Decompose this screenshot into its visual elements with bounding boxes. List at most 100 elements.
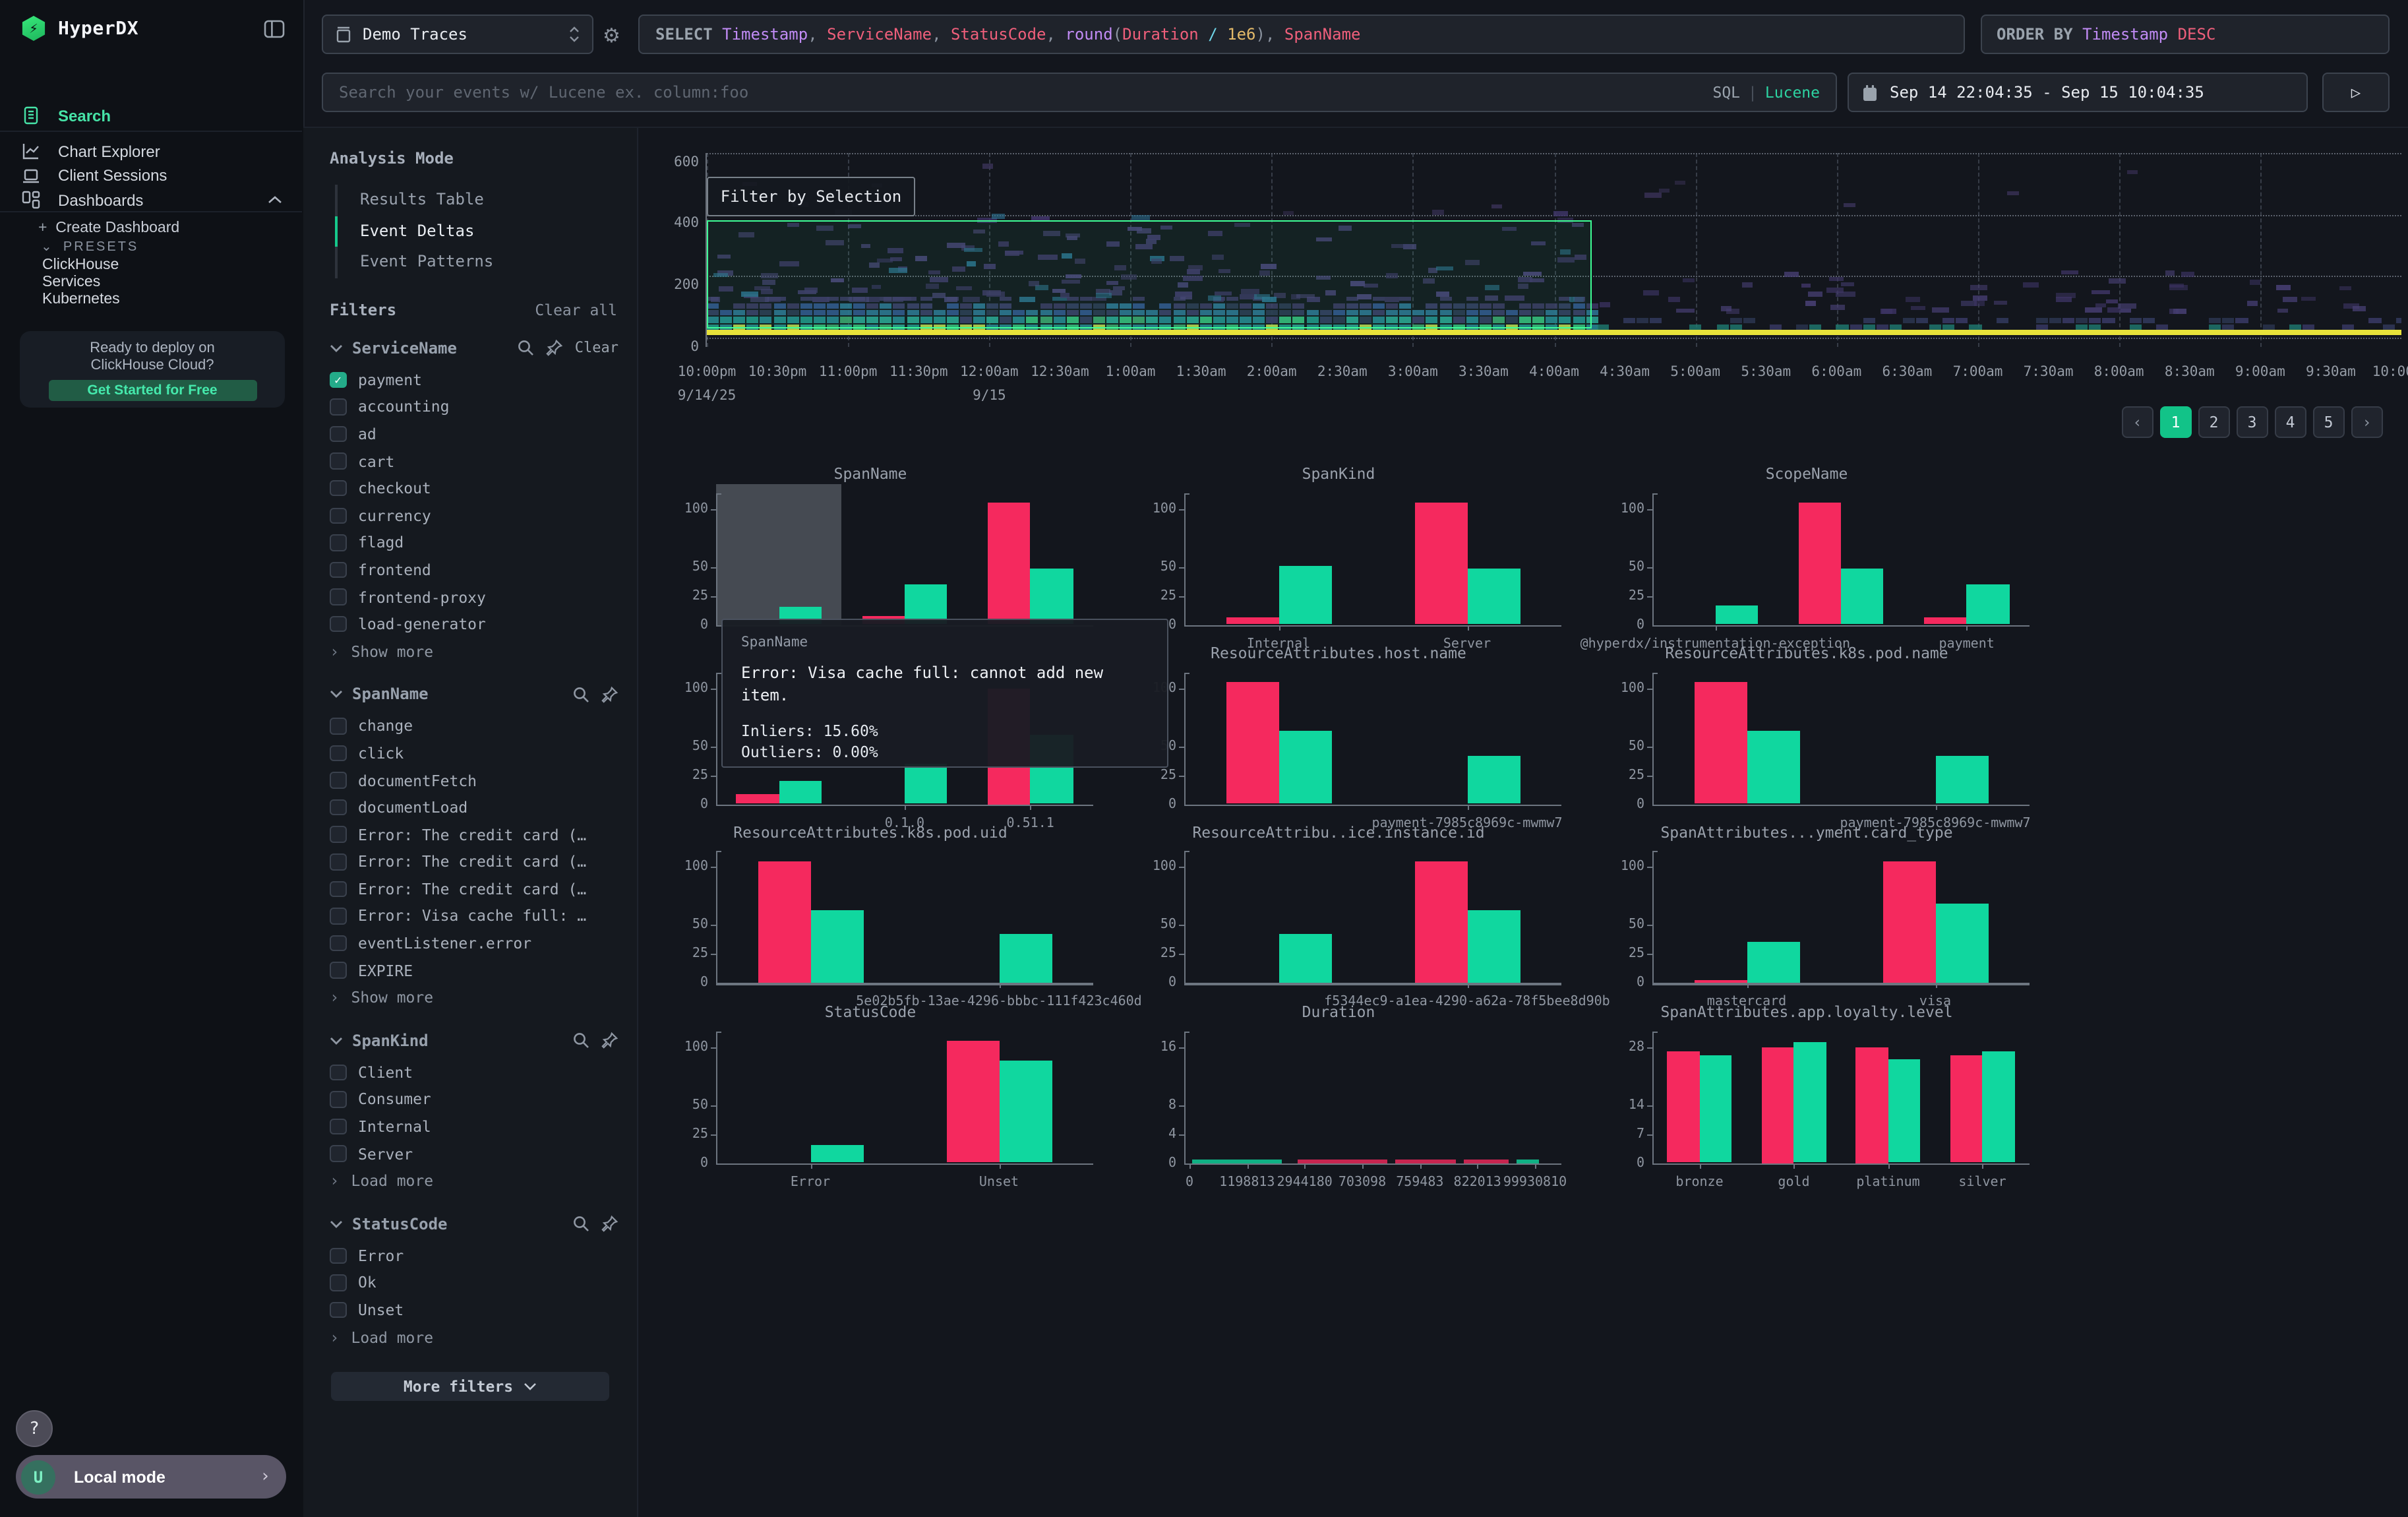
pin-icon[interactable] (601, 1032, 618, 1049)
filter-checkbox-row[interactable]: Consumer (330, 1086, 621, 1113)
sidebar-item-services[interactable]: Services (42, 274, 100, 290)
checkbox-unchecked[interactable] (330, 398, 346, 415)
checkbox-unchecked[interactable] (330, 1302, 346, 1318)
filter-checkbox-row[interactable]: ad (330, 420, 621, 447)
pin-icon[interactable] (601, 685, 618, 702)
filter-checkbox-row[interactable]: flagd (330, 529, 621, 556)
filter-checkbox-row[interactable]: Error: The credit card (… (330, 875, 621, 902)
filter-checkbox-row[interactable]: change (330, 712, 621, 739)
pin-icon[interactable] (601, 1215, 618, 1232)
checkbox-unchecked[interactable] (330, 1146, 346, 1162)
checkbox-unchecked[interactable] (330, 799, 346, 816)
get-started-button[interactable]: Get Started for Free (48, 380, 256, 401)
date-range-picker[interactable]: Sep 14 22:04:35 - Sep 15 10:04:35 (1848, 73, 2308, 112)
filter-checkbox-row[interactable]: documentFetch (330, 766, 621, 793)
filter-checkbox-row[interactable]: Ok (330, 1269, 621, 1296)
load-more-button[interactable]: ›Show more (330, 984, 621, 1011)
filter-checkbox-row[interactable]: EXPIRE (330, 957, 621, 984)
filter-checkbox-row[interactable]: load-generator (330, 611, 621, 638)
filter-checkbox-row[interactable]: Internal (330, 1113, 621, 1140)
checkbox-unchecked[interactable] (330, 1247, 346, 1264)
help-button[interactable]: ? (16, 1410, 53, 1447)
page-4-button[interactable]: 4 (2275, 406, 2306, 437)
checkbox-unchecked[interactable] (330, 908, 346, 924)
chevron-down-icon[interactable] (330, 690, 343, 698)
filter-checkbox-row[interactable]: frontend (330, 556, 621, 583)
select-query-input[interactable]: SELECT Timestamp, ServiceName, StatusCod… (638, 15, 1965, 54)
user-menu[interactable]: U Local mode › (16, 1455, 286, 1499)
checkbox-unchecked[interactable] (330, 745, 346, 761)
checkbox-unchecked[interactable] (330, 589, 346, 605)
checkbox-unchecked[interactable] (330, 480, 346, 497)
sql-toggle[interactable]: SQL (1712, 83, 1740, 102)
checkbox-unchecked[interactable] (330, 1091, 346, 1107)
chevron-down-icon[interactable] (330, 344, 343, 352)
heatmap-selection-box[interactable] (707, 220, 1592, 328)
analysis-mode-event-deltas[interactable]: Event Deltas (335, 216, 621, 247)
sidebar-collapse-icon[interactable] (264, 19, 285, 38)
filter-checkbox-row[interactable]: cart (330, 448, 621, 475)
more-filters-button[interactable]: More filters (331, 1372, 609, 1401)
chevron-down-icon[interactable] (330, 1220, 343, 1227)
checkbox-unchecked[interactable] (330, 616, 346, 633)
filter-checkbox-row[interactable]: Error: The credit card (… (330, 848, 621, 875)
load-more-button[interactable]: ›Load more (330, 1324, 621, 1351)
gear-icon[interactable]: ⚙ (603, 24, 620, 47)
analysis-mode-event-patterns[interactable]: Event Patterns (335, 247, 621, 278)
filter-checkbox-row[interactable]: Error: The credit card (… (330, 821, 621, 848)
checkbox-unchecked[interactable] (330, 962, 346, 979)
checkbox-unchecked[interactable] (330, 453, 346, 470)
presets-toggle[interactable]: ⌄ PRESETS (41, 240, 138, 255)
sidebar-item-search[interactable]: Search (0, 103, 303, 128)
filter-checkbox-row[interactable]: ✓payment (330, 366, 621, 393)
filter-checkbox-row[interactable]: click (330, 739, 621, 766)
checkbox-unchecked[interactable] (330, 718, 346, 734)
search-icon[interactable] (572, 685, 589, 702)
filter-checkbox-row[interactable]: documentLoad (330, 794, 621, 821)
search-icon[interactable] (572, 1215, 589, 1232)
filter-checkbox-row[interactable]: checkout (330, 475, 621, 502)
search-input[interactable]: Search your events w/ Lucene ex. column:… (322, 73, 1837, 112)
filter-checkbox-row[interactable]: Error: Visa cache full: … (330, 902, 621, 929)
checkbox-checked[interactable]: ✓ (330, 371, 346, 388)
checkbox-unchecked[interactable] (330, 772, 346, 789)
checkbox-unchecked[interactable] (330, 881, 346, 897)
pin-icon[interactable] (546, 339, 563, 356)
filter-checkbox-row[interactable]: Client (330, 1059, 621, 1086)
filter-checkbox-row[interactable]: currency (330, 502, 621, 529)
checkbox-unchecked[interactable] (330, 425, 346, 442)
filter-checkbox-row[interactable]: Unset (330, 1296, 621, 1323)
checkbox-unchecked[interactable] (330, 1064, 346, 1080)
checkbox-unchecked[interactable] (330, 561, 346, 578)
lucene-toggle[interactable]: Lucene (1765, 83, 1820, 102)
sidebar-item-clickhouse[interactable]: ClickHouse (42, 257, 119, 272)
filter-checkbox-row[interactable]: Server (330, 1140, 621, 1167)
order-by-input[interactable]: ORDER BY Timestamp DESC (1981, 15, 2390, 54)
clear-all-button[interactable]: Clear all (535, 300, 617, 319)
checkbox-unchecked[interactable] (330, 507, 346, 524)
sidebar-item-client-sessions[interactable]: Client Sessions (0, 163, 303, 188)
create-dashboard-button[interactable]: + Create Dashboard (38, 220, 179, 236)
page-3-button[interactable]: 3 (2237, 406, 2268, 437)
filter-checkbox-row[interactable]: frontend-proxy (330, 584, 621, 611)
checkbox-unchecked[interactable] (330, 1274, 346, 1291)
page-2-button[interactable]: 2 (2198, 406, 2229, 437)
page-next-button[interactable]: › (2351, 406, 2382, 437)
checkbox-unchecked[interactable] (330, 826, 346, 843)
run-query-button[interactable]: ▷ (2322, 73, 2390, 112)
checkbox-unchecked[interactable] (330, 853, 346, 870)
filter-checkbox-row[interactable]: eventListener.error (330, 930, 621, 957)
sidebar-item-kubernetes[interactable]: Kubernetes (42, 291, 120, 307)
page-1-button[interactable]: 1 (2160, 406, 2191, 437)
search-icon[interactable] (517, 339, 534, 356)
page-5-button[interactable]: 5 (2313, 406, 2344, 437)
load-more-button[interactable]: ›Show more (330, 638, 621, 665)
checkbox-unchecked[interactable] (330, 534, 346, 551)
search-icon[interactable] (572, 1032, 589, 1049)
load-more-button[interactable]: ›Load more (330, 1167, 621, 1194)
analysis-mode-results-table[interactable]: Results Table (335, 185, 621, 216)
sidebar-item-chart-explorer[interactable]: Chart Explorer (0, 139, 303, 164)
checkbox-unchecked[interactable] (330, 1119, 346, 1135)
sidebar-item-dashboards[interactable]: Dashboards (0, 187, 303, 212)
checkbox-unchecked[interactable] (330, 935, 346, 952)
